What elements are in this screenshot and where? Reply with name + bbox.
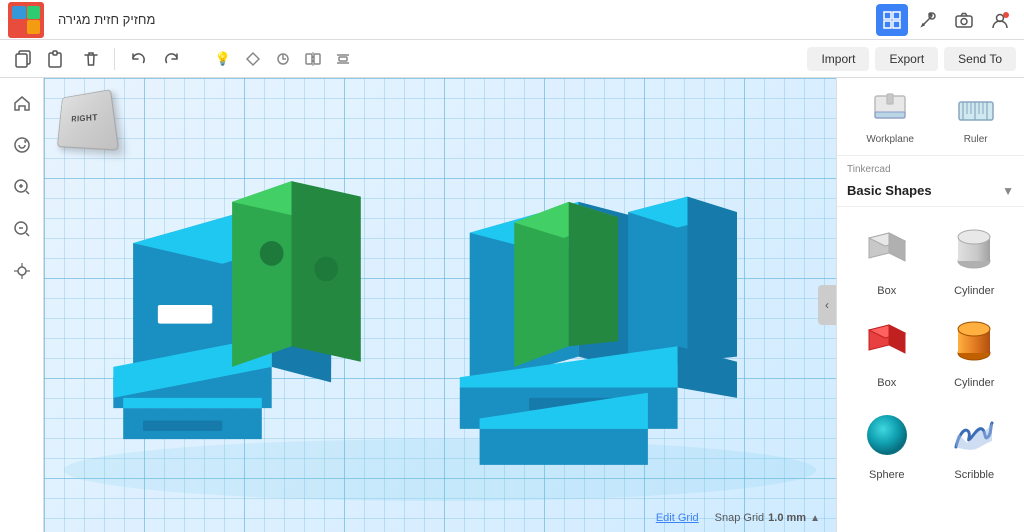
top-bar: מחזיק חזית מגירה — [0, 0, 1024, 40]
shape-preview-scribble — [944, 405, 1004, 465]
shape-label-cylinder-orange: Cylinder — [954, 377, 994, 389]
shape-blue-tall-side — [688, 197, 738, 362]
workplane-label: Workplane — [866, 134, 914, 145]
right-panel-tools: Workplane Ruler — [837, 78, 1024, 156]
shape-item-cylinder-orange[interactable]: Cylinder — [933, 307, 1017, 395]
panel-toggle[interactable]: ‹ — [818, 285, 836, 325]
hole-green-2 — [314, 257, 338, 282]
zoom-out-button[interactable] — [5, 212, 39, 246]
top-nav-icons — [876, 4, 1016, 36]
shapes-selector[interactable]: Basic Shapes ▼ — [837, 179, 1024, 207]
edit-grid-button[interactable]: Edit Grid — [656, 512, 699, 524]
shape-preview-box-gray — [857, 221, 917, 281]
workplane-tool[interactable]: Workplane — [858, 88, 922, 149]
export-button[interactable]: Export — [875, 47, 938, 71]
mirror-icon[interactable] — [301, 47, 325, 71]
tools-button[interactable] — [912, 4, 944, 36]
shape-label-scribble: Scribble — [954, 469, 994, 481]
shape-preview-sphere-teal — [857, 405, 917, 465]
redo-button[interactable] — [157, 44, 187, 74]
shape-item-box-gray[interactable]: Box — [845, 215, 929, 303]
snap-grid-control[interactable]: Snap Grid 1.0 mm ▲ — [715, 512, 820, 524]
light-icon[interactable]: 💡 — [211, 47, 235, 71]
zoom-in-button[interactable] — [5, 170, 39, 204]
shape-icon[interactable] — [241, 47, 265, 71]
shapes-group-label: Basic Shapes — [847, 183, 998, 198]
right-panel: Workplane Ruler T — [836, 78, 1024, 532]
reset-view-button[interactable] — [5, 128, 39, 162]
shape-step-right-front — [480, 429, 648, 465]
rotate-icon[interactable] — [271, 47, 295, 71]
snap-grid-value: 1.0 mm — [768, 512, 806, 524]
camera-button[interactable] — [948, 4, 980, 36]
slot-blue-base — [143, 421, 222, 431]
paste-button[interactable] — [42, 44, 72, 74]
snap-grid-label: Snap Grid — [715, 512, 765, 524]
second-toolbar: 💡 Import — [0, 40, 1024, 78]
left-sidebar — [0, 78, 44, 532]
workplane-icon — [871, 92, 909, 130]
shape-label-box-gray: Box — [877, 285, 896, 297]
ruler-label: Ruler — [964, 134, 988, 145]
viewport[interactable]: RIGHT — [44, 78, 836, 532]
action-buttons: Import Export Send To — [807, 47, 1016, 71]
document-title: מחזיק חזית מגירה — [58, 12, 155, 27]
3d-scene — [44, 78, 836, 532]
grid-view-button[interactable] — [876, 4, 908, 36]
shape-label-cylinder-gray: Cylinder — [954, 285, 994, 297]
align-icon[interactable] — [331, 47, 355, 71]
shape-item-cylinder-gray[interactable]: Cylinder — [933, 215, 1017, 303]
home-button[interactable] — [5, 86, 39, 120]
category-label: Tinkercad — [837, 156, 1024, 179]
shapes-grid: Box — [837, 207, 1024, 495]
shape-green-right-side — [569, 202, 619, 346]
ruler-icon — [957, 92, 995, 130]
selector-arrow[interactable]: ▼ — [1002, 184, 1014, 198]
viewport-info: Edit Grid Snap Grid 1.0 mm ▲ — [656, 512, 820, 524]
shape-label-box-red: Box — [877, 377, 896, 389]
shape-item-box-red[interactable]: Box — [845, 307, 929, 395]
shape-preview-cylinder-gray — [944, 221, 1004, 281]
shape-preview-cylinder-orange — [944, 313, 1004, 373]
view-icons: 💡 — [211, 47, 355, 71]
import-button[interactable]: Import — [807, 47, 869, 71]
delete-button[interactable] — [76, 44, 106, 74]
shape-item-scribble[interactable]: Scribble — [933, 399, 1017, 487]
cutout-white-left — [158, 305, 212, 324]
send-to-button[interactable]: Send To — [944, 47, 1016, 71]
copy-button[interactable] — [8, 44, 38, 74]
ruler-tool[interactable]: Ruler — [949, 88, 1003, 149]
tinkercad-logo[interactable] — [8, 2, 44, 38]
main-area: RIGHT — [0, 78, 1024, 532]
fit-view-button[interactable] — [5, 254, 39, 288]
shape-label-sphere-teal: Sphere — [869, 469, 904, 481]
account-button[interactable] — [984, 4, 1016, 36]
shape-blue-step-top — [123, 398, 262, 408]
shape-preview-box-red — [857, 313, 917, 373]
hole-green-1 — [260, 241, 284, 266]
snap-grid-arrow[interactable]: ▲ — [810, 513, 820, 524]
shape-item-sphere-teal[interactable]: Sphere — [845, 399, 929, 487]
undo-button[interactable] — [123, 44, 153, 74]
